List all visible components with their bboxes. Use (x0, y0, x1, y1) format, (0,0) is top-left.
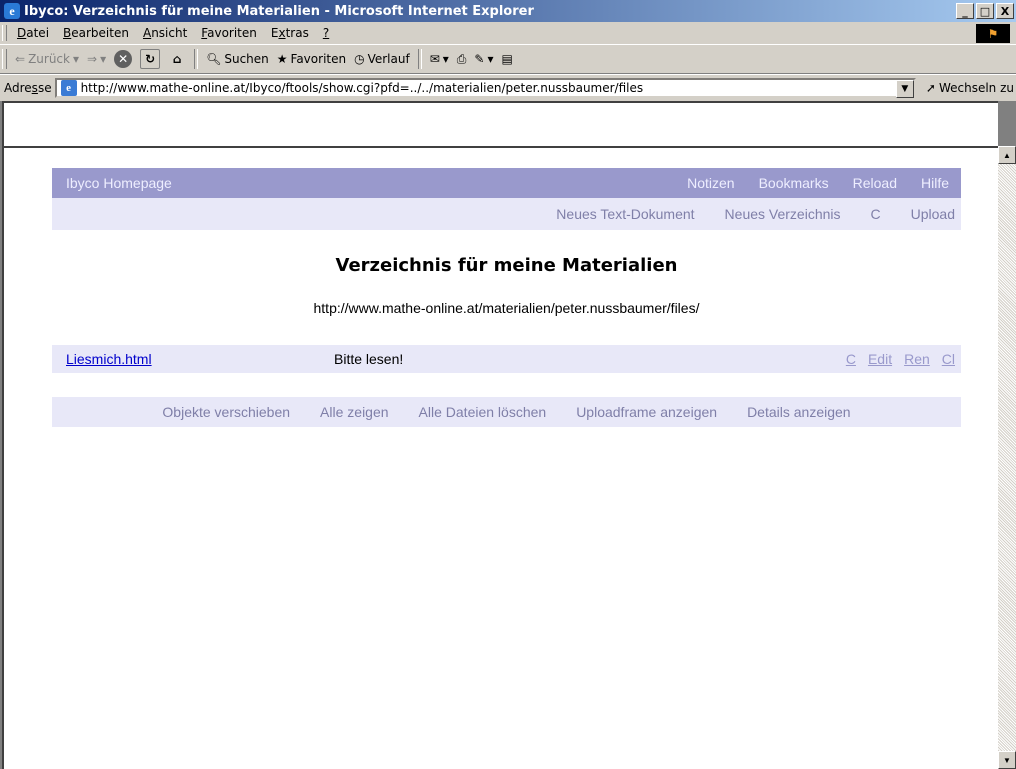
menu-help[interactable]: ? (316, 26, 336, 40)
delete-all-files-link[interactable]: Alle Dateien löschen (404, 404, 562, 420)
back-arrow-icon: ⇐ (15, 52, 26, 66)
toolbar: ⇐ Zurück ▾ ⇒ ▾ ✕ ↻ ⌂ 🔍︎ Suchen ★ Favorit… (0, 45, 1016, 74)
mail-button[interactable]: ✉ ▾ (426, 52, 453, 66)
new-folder-link[interactable]: Neues Verzeichnis (701, 206, 847, 222)
directory-url: http://www.mathe-online.at/materialien/p… (313, 300, 700, 316)
print-icon: ⎙ (456, 51, 467, 66)
document-icon: ▤ (501, 52, 513, 66)
address-dropdown-icon[interactable]: ▼ (895, 80, 914, 98)
file-cl-link[interactable]: Cl (936, 351, 961, 367)
menubar-grip[interactable] (2, 25, 7, 41)
home-button[interactable]: ⌂ (164, 50, 190, 68)
stop-icon: ✕ (114, 50, 133, 68)
discuss-button[interactable]: ▤ (498, 52, 517, 66)
chevron-down-icon: ▾ (72, 52, 80, 66)
title-bar: e Ibyco: Verzeichnis für meine Materiali… (0, 0, 1016, 22)
history-label: Verlauf (367, 52, 410, 66)
page-title: Verzeichnis für meine Materialien (335, 255, 678, 276)
back-button[interactable]: ⇐ Zurück ▾ (11, 52, 83, 66)
back-label: Zurück (28, 52, 70, 66)
address-input[interactable]: e http://www.mathe-online.at/Ibyco/ftool… (54, 78, 916, 98)
menu-extras[interactable]: Extras (264, 26, 316, 40)
go-label: Wechseln zu (938, 81, 1014, 95)
separator (417, 49, 422, 69)
file-row: Liesmich.html Bitte lesen! C Edit Ren Cl (52, 345, 961, 373)
refresh-icon: ↻ (140, 49, 161, 69)
action-bar: Neues Text-Dokument Neues Verzeichnis C … (52, 198, 961, 230)
toolbar-grip[interactable] (2, 49, 7, 69)
nav-bookmarks[interactable]: Bookmarks (747, 175, 841, 191)
window-controls: _ □ X (956, 3, 1014, 19)
search-button[interactable]: 🔍︎ Suchen (202, 52, 273, 66)
go-button[interactable]: ➚ Wechseln zu (916, 81, 1016, 95)
ibyco-homepage-link[interactable]: Ibyco Homepage (52, 175, 675, 191)
show-details-link[interactable]: Details anzeigen (732, 404, 866, 420)
vertical-scrollbar[interactable]: ▲ ▼ (998, 146, 1016, 769)
browser-window: e Ibyco: Verzeichnis für meine Materiali… (0, 0, 1016, 769)
chevron-down-icon: ▾ (442, 52, 449, 66)
upload-link[interactable]: Upload (887, 206, 961, 222)
new-text-document-link[interactable]: Neues Text-Dokument (532, 206, 700, 222)
menu-bearbeiten[interactable]: Bearbeiten (56, 26, 136, 40)
show-all-link[interactable]: Alle zeigen (305, 404, 404, 420)
stop-button[interactable]: ✕ (110, 50, 136, 68)
favorites-icon: ★ (276, 52, 288, 66)
file-edit-link[interactable]: Edit (862, 351, 898, 367)
address-bar: Adresse e http://www.mathe-online.at/Iby… (0, 74, 1016, 102)
bottom-actions: Objekte verschieben Alle zeigen Alle Dat… (52, 397, 961, 427)
forward-button[interactable]: ⇒ ▾ (83, 52, 110, 66)
chevron-down-icon: ▾ (100, 52, 107, 66)
windows-logo-icon: ⚑ (976, 24, 1010, 43)
page-icon: e (60, 80, 77, 96)
mail-icon: ✉ (429, 52, 440, 66)
history-button[interactable]: ◷ Verlauf (350, 52, 414, 66)
address-url: http://www.mathe-online.at/Ibyco/ftools/… (80, 81, 644, 95)
window-title: Ibyco: Verzeichnis für meine Materialien… (24, 3, 534, 19)
menu-bar: Datei Bearbeiten Ansicht Favoriten Extra… (0, 22, 1016, 45)
close-button[interactable]: X (996, 3, 1014, 19)
search-icon: 🔍︎ (206, 52, 222, 66)
menu-favoriten[interactable]: Favoriten (194, 26, 264, 40)
page-top (2, 101, 998, 146)
move-objects-link[interactable]: Objekte verschieben (147, 404, 305, 420)
file-description: Bitte lesen! (334, 351, 404, 367)
nav-notizen[interactable]: Notizen (675, 175, 746, 191)
home-icon: ⌂ (172, 52, 182, 66)
refresh-button[interactable]: ↻ (136, 49, 164, 69)
scroll-up-icon[interactable]: ▲ (998, 146, 1016, 164)
file-rename-link[interactable]: Ren (898, 351, 936, 367)
page-content (2, 146, 998, 769)
forward-arrow-icon: ⇒ (87, 52, 98, 66)
edit-icon: ✎ (474, 52, 485, 66)
print-button[interactable]: ⎙ (453, 52, 471, 67)
separator (194, 49, 199, 69)
nav-hilfe[interactable]: Hilfe (909, 175, 961, 191)
scroll-down-icon[interactable]: ▼ (998, 751, 1016, 769)
menu-datei[interactable]: Datei (10, 26, 56, 40)
favorites-button[interactable]: ★ Favoriten (273, 52, 350, 66)
maximize-button[interactable]: □ (976, 3, 994, 19)
file-c-link[interactable]: C (840, 351, 862, 367)
show-uploadframe-link[interactable]: Uploadframe anzeigen (561, 404, 732, 420)
search-label: Suchen (224, 52, 269, 66)
file-link[interactable]: Liesmich.html (52, 351, 334, 367)
address-label: Adresse (4, 81, 52, 95)
history-icon: ◷ (354, 52, 365, 66)
nav-reload[interactable]: Reload (841, 175, 909, 191)
c-link[interactable]: C (847, 206, 887, 222)
minimize-button[interactable]: _ (956, 3, 974, 19)
ibyco-nav: Ibyco Homepage Notizen Bookmarks Reload … (52, 168, 961, 198)
chevron-down-icon: ▾ (487, 52, 494, 66)
go-arrow-icon: ➚ (925, 81, 936, 95)
edit-button[interactable]: ✎ ▾ (470, 52, 497, 66)
menu-ansicht[interactable]: Ansicht (136, 26, 194, 40)
favorites-label: Favoriten (290, 52, 347, 66)
ie-icon: e (4, 3, 20, 19)
